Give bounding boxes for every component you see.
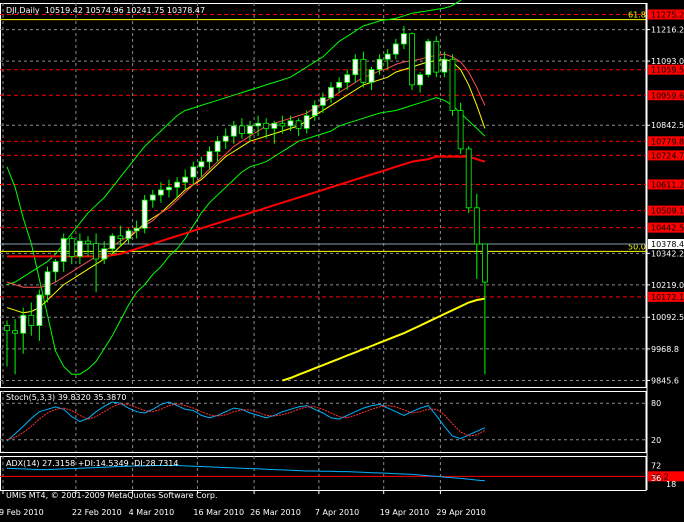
candle-body — [295, 120, 302, 129]
price-level-label: 10172.1 — [651, 293, 684, 302]
candle-body — [12, 330, 19, 334]
candle-body — [28, 314, 35, 326]
price-level-label: 10779.8 — [651, 137, 684, 146]
candle-body — [141, 199, 148, 229]
x-tick-label: 19 Apr 2010 — [380, 508, 429, 517]
candle-body — [473, 207, 480, 245]
chart-symbol-header: DJI,Daily 10519.42 10574.96 10241.75 103… — [6, 6, 205, 15]
x-tick-label: 29 Apr 2010 — [436, 508, 485, 517]
candle-body — [417, 74, 424, 86]
candle-body — [125, 230, 132, 239]
candle-body — [425, 41, 432, 76]
price-level-label: 10611.2 — [651, 180, 684, 189]
candle-body — [336, 81, 343, 88]
candle-body — [109, 235, 116, 250]
candle-body — [376, 58, 383, 70]
candle-body — [271, 122, 278, 129]
candle-body — [190, 166, 197, 178]
candle-body — [101, 248, 108, 260]
current-price-label: 10378.4 — [651, 240, 684, 249]
price-level-label: 10959.6 — [651, 91, 684, 100]
candle-body — [93, 243, 99, 260]
y-tick-label: 10219.0 — [651, 281, 684, 290]
candle-body — [441, 58, 448, 73]
stoch-level-label: 20 — [651, 436, 661, 445]
x-tick-label: 16 Mar 2010 — [193, 508, 244, 517]
y-tick-label: 10342.2 — [651, 249, 684, 258]
candle-body — [52, 261, 59, 273]
copyright-text: UMIS MT4, © 2001-2009 MetaQuotes Softwar… — [6, 491, 218, 500]
stoch-level-label: 80 — [651, 399, 661, 408]
candle-body — [238, 125, 245, 134]
candle-body — [4, 325, 10, 332]
candle-body — [77, 240, 83, 257]
candle-body — [133, 227, 140, 232]
x-tick-label: 26 Mar 2010 — [250, 508, 301, 517]
candle-body — [230, 125, 237, 137]
y-tick-label: 11216.2 — [651, 26, 684, 35]
x-tick-label: 9 Feb 2010 — [0, 508, 44, 517]
candle-body — [222, 135, 229, 142]
candle-body — [157, 189, 164, 196]
candle-body — [433, 41, 440, 73]
candle-body — [255, 122, 262, 127]
candle-body — [44, 271, 51, 296]
adx-tick-label: 18 — [666, 480, 676, 489]
price-level-label: 10509.1 — [651, 207, 684, 216]
x-tick-label: 7 Apr 2010 — [315, 508, 359, 517]
candle-body — [149, 194, 156, 201]
chart-background — [0, 0, 684, 522]
candle-body — [36, 294, 43, 326]
price-level-label: 10724.7 — [651, 151, 684, 160]
candle-body — [303, 115, 310, 129]
candle-body — [311, 105, 318, 117]
adx-tick-label: 36 — [651, 474, 661, 483]
candle-body — [279, 122, 286, 127]
y-tick-label: 9845.6 — [651, 376, 679, 385]
candle-body — [247, 125, 253, 134]
ohlc-readout: 10519.42 10574.96 10241.75 10378.47 — [44, 6, 206, 15]
price-level-label: 11059.5 — [651, 66, 684, 75]
candle-body — [117, 235, 124, 239]
adx-title: ADX(14) 27.3158 +DI:14.5349 -DI:28.7314 — [6, 459, 179, 468]
candle-body — [344, 74, 351, 83]
candle-body — [392, 43, 399, 55]
candle-body — [449, 58, 456, 111]
candle-body — [20, 314, 27, 334]
y-tick-label: 10842.5 — [651, 121, 684, 130]
candle-body — [400, 33, 407, 45]
candle-body — [214, 140, 221, 152]
price-level-label: 11275.2 — [651, 10, 684, 19]
candle-body — [465, 148, 472, 209]
candle-body — [263, 122, 270, 129]
candle-body — [368, 69, 375, 83]
candle-body — [457, 110, 464, 150]
y-tick-label: 10092.5 — [651, 313, 684, 322]
candle-body — [319, 97, 326, 106]
candle-body — [166, 186, 172, 191]
candle-body — [68, 238, 75, 257]
trading-chart[interactable]: 11216.211093.010842.510342.210219.010092… — [0, 0, 684, 522]
price-level-label: 10442.5 — [651, 224, 684, 233]
candle-body — [174, 181, 181, 188]
adx-tick-label: 72 — [651, 462, 661, 471]
fib-level-label: 61.8 — [628, 11, 646, 20]
candle-body — [481, 243, 488, 283]
symbol-label: DJI,Daily — [6, 6, 40, 15]
stochastic-title: Stoch(5,3,3) 39.8320 35.3870 — [6, 393, 127, 402]
candle-body — [352, 58, 359, 76]
candle-body — [85, 240, 91, 245]
candle-body — [206, 151, 213, 163]
candle-body — [60, 238, 67, 262]
candle-body — [182, 176, 189, 183]
candle-body — [287, 120, 294, 127]
candle-body — [328, 87, 334, 99]
x-tick-label: 22 Feb 2010 — [72, 508, 122, 517]
candle-body — [384, 53, 391, 60]
candle-body — [198, 161, 205, 168]
candle-body — [409, 33, 415, 86]
x-tick-label: 4 Mar 2010 — [129, 508, 175, 517]
y-tick-label: 9968.8 — [651, 345, 679, 354]
candle-body — [360, 58, 367, 83]
